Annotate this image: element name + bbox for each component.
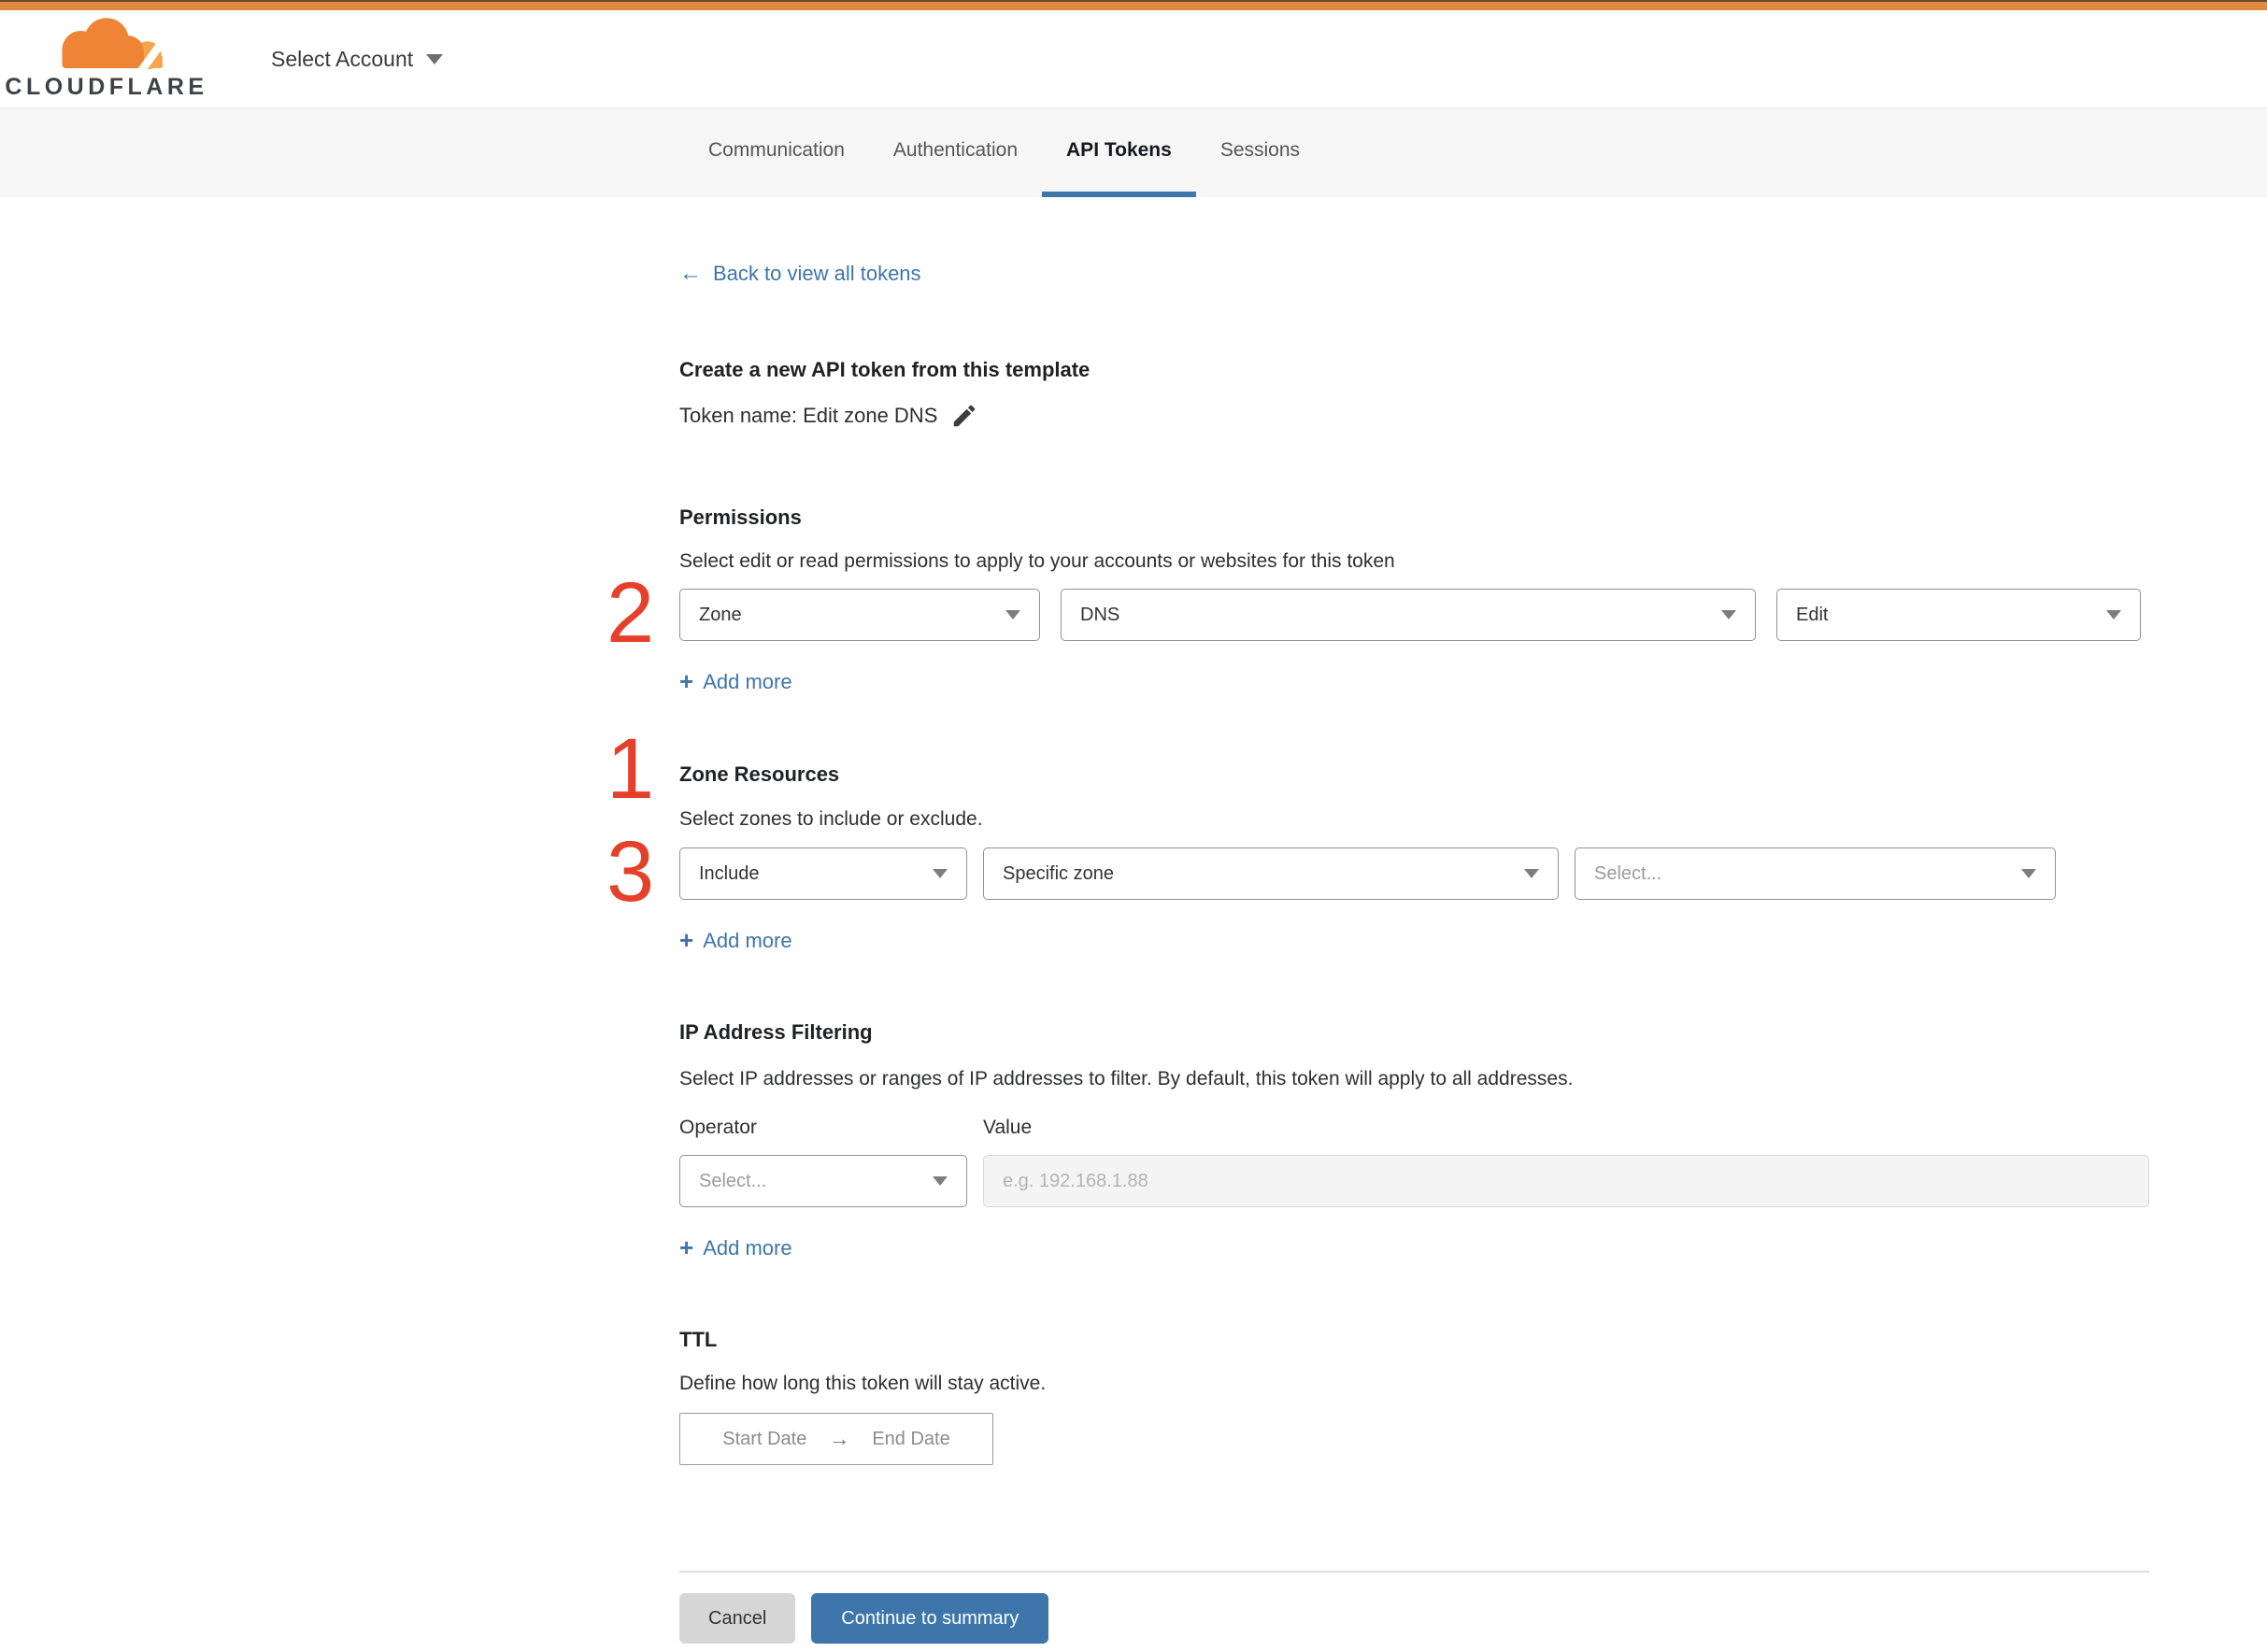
footer-actions: Cancel Continue to summary (679, 1593, 2152, 1644)
ttl-heading: TTL (679, 1328, 718, 1351)
footer-divider (679, 1571, 2149, 1573)
cancel-button[interactable]: Cancel (679, 1593, 796, 1644)
token-name-section: 1 Create a new API token from this templ… (606, 357, 2152, 812)
plus-icon: + (679, 667, 694, 695)
chevron-down-icon (1005, 610, 1020, 620)
permissions-description: Select edit or read permissions to apply… (679, 550, 1395, 572)
step-number-2: 2 (606, 565, 655, 661)
cloudflare-wordmark: CLOUDFLARE (5, 74, 208, 100)
zone-resources-heading: Zone Resources (679, 762, 840, 786)
token-section-heading: Create a new API token from this templat… (679, 358, 1091, 381)
tab-bar: Communication Authentication API Tokens … (0, 107, 2267, 197)
chevron-down-icon (933, 1176, 948, 1186)
step-number-3: 3 (606, 824, 655, 919)
chevron-down-icon (1721, 610, 1736, 620)
tab-authentication[interactable]: Authentication (869, 108, 1042, 197)
chevron-down-icon (933, 869, 948, 878)
account-selector[interactable]: Select Account (271, 46, 444, 72)
token-name-text: Token name: Edit zone DNS (679, 404, 938, 427)
edit-pencil-icon[interactable] (950, 402, 978, 430)
ip-filtering-row: Select... (679, 1155, 2152, 1207)
tab-sessions[interactable]: Sessions (1196, 108, 1324, 197)
permission-scope-dropdown[interactable]: Zone (679, 589, 1040, 641)
ip-operator-dropdown[interactable]: Select... (679, 1155, 967, 1207)
back-to-tokens-link[interactable]: ← Back to view all tokens (679, 262, 921, 286)
top-accent-bar (0, 0, 2267, 10)
account-selector-label: Select Account (271, 46, 414, 71)
permission-level-dropdown[interactable]: Edit (1776, 589, 2141, 641)
main-content: ← Back to view all tokens 1 Create a new… (606, 197, 2152, 1644)
permission-group-dropdown[interactable]: DNS (1061, 589, 1756, 641)
step-number-1: 1 (606, 721, 655, 817)
permissions-add-more-link[interactable]: + Add more (679, 669, 792, 694)
zone-select-dropdown[interactable]: Select... (1575, 847, 2056, 900)
zone-resources-row: 3 Include Specific zone Select... (606, 829, 2152, 915)
ip-filtering-labels: Operator Value (679, 1116, 2152, 1139)
zone-include-dropdown[interactable]: Include (679, 847, 967, 900)
operator-label: Operator (679, 1117, 757, 1138)
cloudflare-logo[interactable]: CLOUDFLARE (5, 17, 204, 101)
chevron-down-icon (2021, 869, 2036, 878)
ip-filtering-description: Select IP addresses or ranges of IP addr… (679, 1068, 1574, 1089)
start-date-placeholder: Start Date (722, 1428, 807, 1449)
plus-icon: + (679, 1233, 694, 1261)
ttl-date-range-picker[interactable]: Start Date → End Date (679, 1413, 993, 1465)
continue-to-summary-button[interactable]: Continue to summary (811, 1593, 1049, 1644)
end-date-placeholder: End Date (872, 1428, 950, 1449)
ip-filtering-heading: IP Address Filtering (679, 1020, 873, 1044)
chevron-down-icon (1524, 869, 1539, 878)
arrow-left-icon: ← (679, 261, 702, 286)
tab-communication[interactable]: Communication (684, 108, 869, 197)
zone-type-dropdown[interactable]: Specific zone (983, 847, 1559, 900)
ip-value-input[interactable] (983, 1155, 2149, 1207)
cloudflare-cloud-icon (62, 18, 165, 73)
zone-resources-add-more-link[interactable]: + Add more (679, 928, 792, 953)
zone-resources-description: Select zones to include or exclude. (679, 808, 983, 830)
tab-api-tokens[interactable]: API Tokens (1042, 108, 1196, 197)
permissions-row: 2 Zone DNS Edit (606, 570, 2152, 656)
app-header: CLOUDFLARE Select Account (0, 10, 2267, 107)
chevron-down-icon (2106, 610, 2121, 620)
value-label: Value (983, 1117, 1033, 1138)
ttl-description: Define how long this token will stay act… (679, 1373, 1047, 1394)
permissions-heading: Permissions (679, 506, 802, 529)
ip-filtering-add-more-link[interactable]: + Add more (679, 1235, 792, 1260)
chevron-down-icon (426, 53, 444, 64)
arrow-right-icon: → (829, 1427, 850, 1450)
plus-icon: + (679, 926, 694, 954)
back-link-label: Back to view all tokens (713, 262, 921, 285)
